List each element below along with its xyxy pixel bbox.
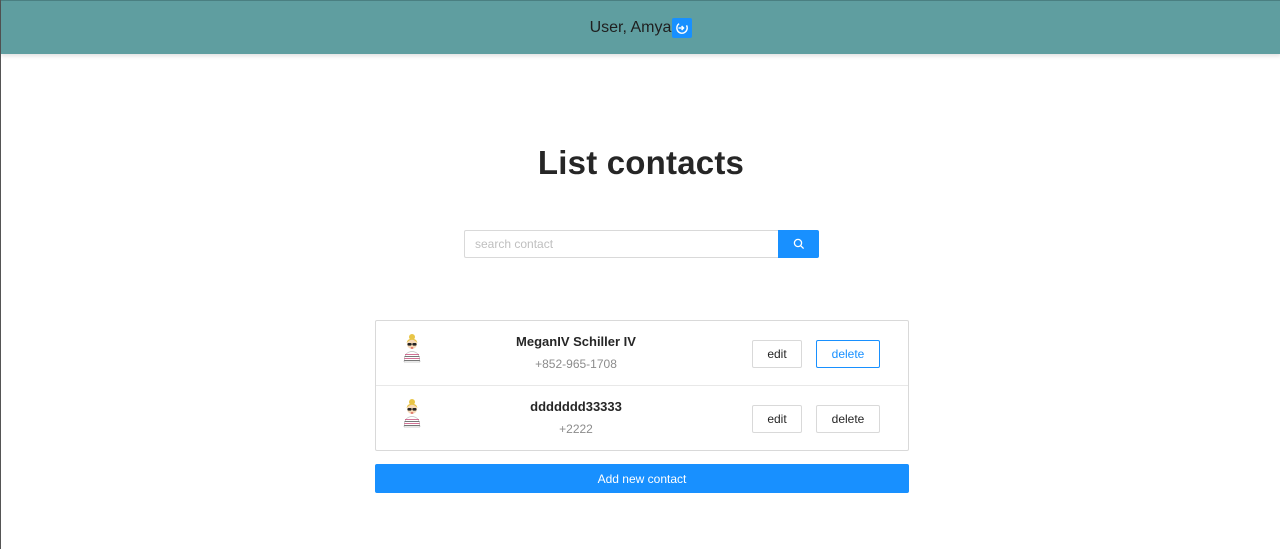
contact-list: MeganIV Schiller IV +852-965-1708 edit d… — [375, 320, 909, 451]
search-bar — [464, 230, 819, 258]
contact-phone: +852-965-1708 — [535, 357, 617, 371]
list-item: MeganIV Schiller IV +852-965-1708 edit d… — [376, 321, 908, 386]
edit-button[interactable]: edit — [752, 340, 802, 368]
contact-info: ddddddd33333 +2222 — [476, 399, 676, 436]
delete-button[interactable]: delete — [816, 405, 880, 433]
contact-info: MeganIV Schiller IV +852-965-1708 — [476, 334, 676, 371]
search-button[interactable] — [778, 230, 819, 258]
page-title: List contacts — [537, 144, 745, 181]
search-icon — [793, 238, 804, 250]
contact-phone: +2222 — [559, 422, 593, 436]
logout-icon — [676, 21, 689, 34]
avatar-icon — [403, 399, 421, 428]
search-input[interactable] — [464, 230, 778, 258]
delete-button[interactable]: delete — [816, 340, 880, 368]
avatar-icon — [403, 334, 421, 363]
add-contact-button[interactable]: Add new contact — [375, 464, 909, 493]
user-name: User, Amya — [589, 18, 672, 36]
contact-name: ddddddd33333 — [530, 399, 622, 414]
contact-name: MeganIV Schiller IV — [516, 334, 636, 349]
user-info: User, Amya — [589, 17, 693, 38]
edit-button[interactable]: edit — [752, 405, 802, 433]
logout-button[interactable] — [672, 17, 693, 38]
top-header: User, Amya — [1, 0, 1280, 54]
list-item: ddddddd33333 +2222 edit delete — [376, 386, 908, 451]
